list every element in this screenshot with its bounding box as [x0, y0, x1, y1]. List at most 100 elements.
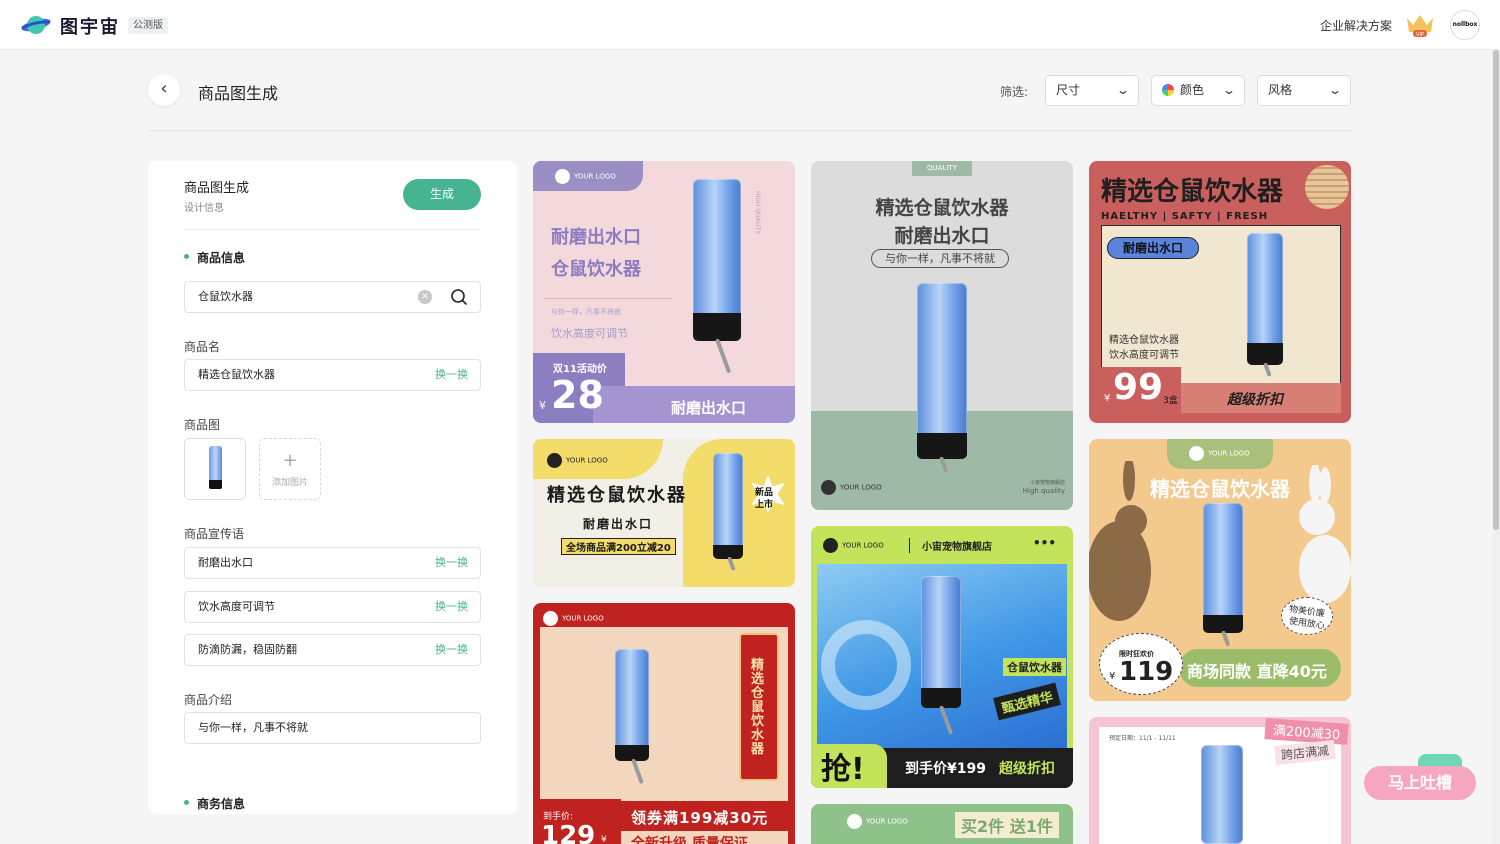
- shop-name: 小宙宠物旗舰店: [909, 538, 992, 553]
- generate-button[interactable]: 生成: [403, 179, 481, 210]
- divider-line: [543, 298, 673, 299]
- slogan-field[interactable]: 防滴防漏，稳固防翻 换一换: [184, 634, 481, 666]
- template-card[interactable]: 预定日期：11/1 - 11/11 满200减30 跨店满减: [1089, 717, 1351, 844]
- logo-circle: [821, 480, 836, 495]
- chevron-down-icon: ⌄: [1221, 83, 1237, 97]
- product-bottle: [921, 576, 961, 694]
- slogan-text: 与你一样，凡事不将就: [551, 308, 621, 316]
- feature-line-2: 饮水高度可调节: [1109, 350, 1179, 361]
- footer-text: 耐磨出水口: [671, 399, 747, 417]
- template-card[interactable]: QUALITY 精选仓鼠饮水器 耐磨出水口 与你一样，凡事不将就 YOUR LO…: [811, 161, 1073, 510]
- logo-circle: [555, 169, 570, 184]
- panel-subtitle: 设计信息: [184, 203, 224, 214]
- product-bottle: [1247, 233, 1283, 349]
- currency-symbol: ¥: [1104, 393, 1111, 404]
- feature-pill: 耐磨出水口: [1107, 237, 1199, 259]
- logo-text: YOUR LOGO: [866, 817, 908, 826]
- panel-title: 商品图生成: [184, 181, 250, 196]
- filter-color-label: 颜色: [1180, 83, 1205, 97]
- search-icon[interactable]: [450, 288, 468, 306]
- app-name[interactable]: 图宇宙: [60, 13, 120, 39]
- unit-label: 3盒: [1163, 396, 1178, 406]
- bottle-image: [209, 446, 222, 484]
- scrollbar-thumb[interactable]: [1493, 50, 1499, 530]
- section-business-info: 商务信息: [184, 795, 245, 812]
- filter-style-select[interactable]: 风格 ⌄: [1257, 75, 1351, 106]
- filter-label: 筛选:: [1000, 85, 1029, 99]
- add-image-button[interactable]: + 添加图片: [259, 438, 321, 500]
- add-image-label: 添加图片: [271, 478, 308, 488]
- side-text: HIGH QUALITY: [754, 191, 761, 235]
- product-image-label: 商品图: [184, 418, 221, 432]
- slogan-pill: 与你一样，凡事不将就: [871, 249, 1009, 268]
- product-search-input[interactable]: 仓鼠饮水器 ✕: [184, 281, 481, 313]
- brand-logo: YOUR LOGO: [823, 538, 884, 553]
- swap-button[interactable]: 换一换: [435, 360, 468, 390]
- price-value: 99: [1113, 367, 1164, 408]
- template-card[interactable]: YOUR LOGO 耐磨出水口 仓鼠饮水器 与你一样，凡事不将就 饮水高度可调节…: [533, 161, 795, 423]
- enterprise-solutions-link[interactable]: 企业解决方案: [1320, 17, 1392, 34]
- clear-icon[interactable]: ✕: [418, 290, 432, 304]
- product-name-label: 商品名: [184, 340, 221, 354]
- headline: 精选仓鼠饮水器: [875, 197, 1009, 219]
- feedback-button[interactable]: 马上吐槽: [1364, 766, 1476, 800]
- logo-text: YOUR LOGO: [574, 172, 616, 181]
- headline: 耐磨出水口: [551, 227, 641, 248]
- subline: HAELTHY | SAFTY | FRESH: [1101, 211, 1269, 222]
- user-avatar[interactable]: nollbox: [1450, 10, 1480, 40]
- brand-logo: YOUR LOGO: [547, 453, 608, 468]
- product-bottle: [693, 179, 741, 319]
- back-button[interactable]: ‹: [148, 74, 180, 106]
- brand-logo: YOUR LOGO: [555, 169, 616, 184]
- intro-field[interactable]: 与你一样，凡事不将就: [184, 712, 481, 744]
- logo-circle: [847, 814, 862, 829]
- brand-logo: YOUR LOGO: [1189, 446, 1250, 461]
- bottle-cap: [693, 313, 741, 341]
- vip-crown-icon[interactable]: VIP: [1404, 12, 1436, 38]
- promo-text: 买2件 送1件: [955, 812, 1059, 838]
- quality-text: 全新升级 质量保证: [631, 836, 748, 844]
- swap-button[interactable]: 换一换: [435, 592, 468, 622]
- template-card[interactable]: YOUR LOGO 小宙宠物旗舰店 ••• 仓鼠饮水器 甄选精华 抢! 到手价¥…: [811, 526, 1073, 788]
- brand-logo: YOUR LOGO: [543, 611, 604, 626]
- template-card[interactable]: 精选仓鼠饮水器 HAELTHY | SAFTY | FRESH 耐磨出水口 精选…: [1089, 161, 1351, 423]
- search-value: 仓鼠饮水器: [198, 290, 253, 303]
- template-card[interactable]: YOUR LOGO 精选仓鼠饮水器 到手价: 129 ¥ 领券满199减30元 …: [533, 603, 795, 844]
- product-bottle: [1203, 503, 1243, 621]
- headline-2: 耐磨出水口: [894, 225, 990, 247]
- filter-color-select[interactable]: 颜色 ⌄: [1151, 75, 1245, 106]
- planet-logo-icon[interactable]: [20, 13, 52, 37]
- product-name-value: 精选仓鼠饮水器: [198, 368, 275, 381]
- side-label-1: 仓鼠饮水器: [1003, 658, 1066, 676]
- template-card[interactable]: YOUR LOGO 精选仓鼠饮水器 耐磨出水口 全场商品满200立减20 新品 …: [533, 439, 795, 587]
- filter-size-select[interactable]: 尺寸 ⌄: [1045, 75, 1139, 106]
- chevron-left-icon: ‹: [160, 78, 168, 99]
- swap-button[interactable]: 换一换: [435, 635, 468, 665]
- svg-text:VIP: VIP: [1416, 32, 1424, 38]
- logo-circle: [1189, 446, 1204, 461]
- top-bar: 图宇宙 公测版 企业解决方案 VIP nollbox: [0, 0, 1500, 50]
- template-card[interactable]: YOUR LOGO 买2件 送1件: [811, 804, 1073, 844]
- more-icon[interactable]: •••: [1033, 536, 1056, 550]
- brown-rabbit-image: [1089, 461, 1151, 621]
- swap-button[interactable]: 换一换: [435, 548, 468, 578]
- footer-text: 商场同款 直降40元: [1187, 662, 1327, 681]
- slogan-value: 防滴防漏，稳固防翻: [198, 643, 297, 656]
- chevron-down-icon: ⌄: [1327, 83, 1343, 97]
- price-text: 到手价¥199: [905, 761, 986, 777]
- vertical-title: 精选仓鼠饮水器: [751, 658, 765, 757]
- product-name-field[interactable]: 精选仓鼠饮水器 换一换: [184, 359, 481, 391]
- product-bottle: [615, 649, 649, 749]
- logo-text: YOUR LOGO: [562, 614, 604, 623]
- currency-symbol: ¥: [1109, 671, 1116, 682]
- shop-name: 小宙宠物旗舰店: [1029, 480, 1065, 486]
- slogan-field[interactable]: 饮水高度可调节 换一换: [184, 591, 481, 623]
- logo-text: YOUR LOGO: [840, 483, 882, 492]
- product-bottle: [713, 453, 743, 549]
- chevron-down-icon: ⌄: [1115, 83, 1131, 97]
- slogan-field[interactable]: 耐磨出水口 换一换: [184, 547, 481, 579]
- template-card[interactable]: YOUR LOGO 精选仓鼠饮水器 物美价廉 使用放心 商场同款 直降40元 限…: [1089, 439, 1351, 701]
- product-image-thumbnail[interactable]: [184, 438, 246, 500]
- price-value: 28: [551, 373, 604, 417]
- logo-text: YOUR LOGO: [1208, 449, 1250, 458]
